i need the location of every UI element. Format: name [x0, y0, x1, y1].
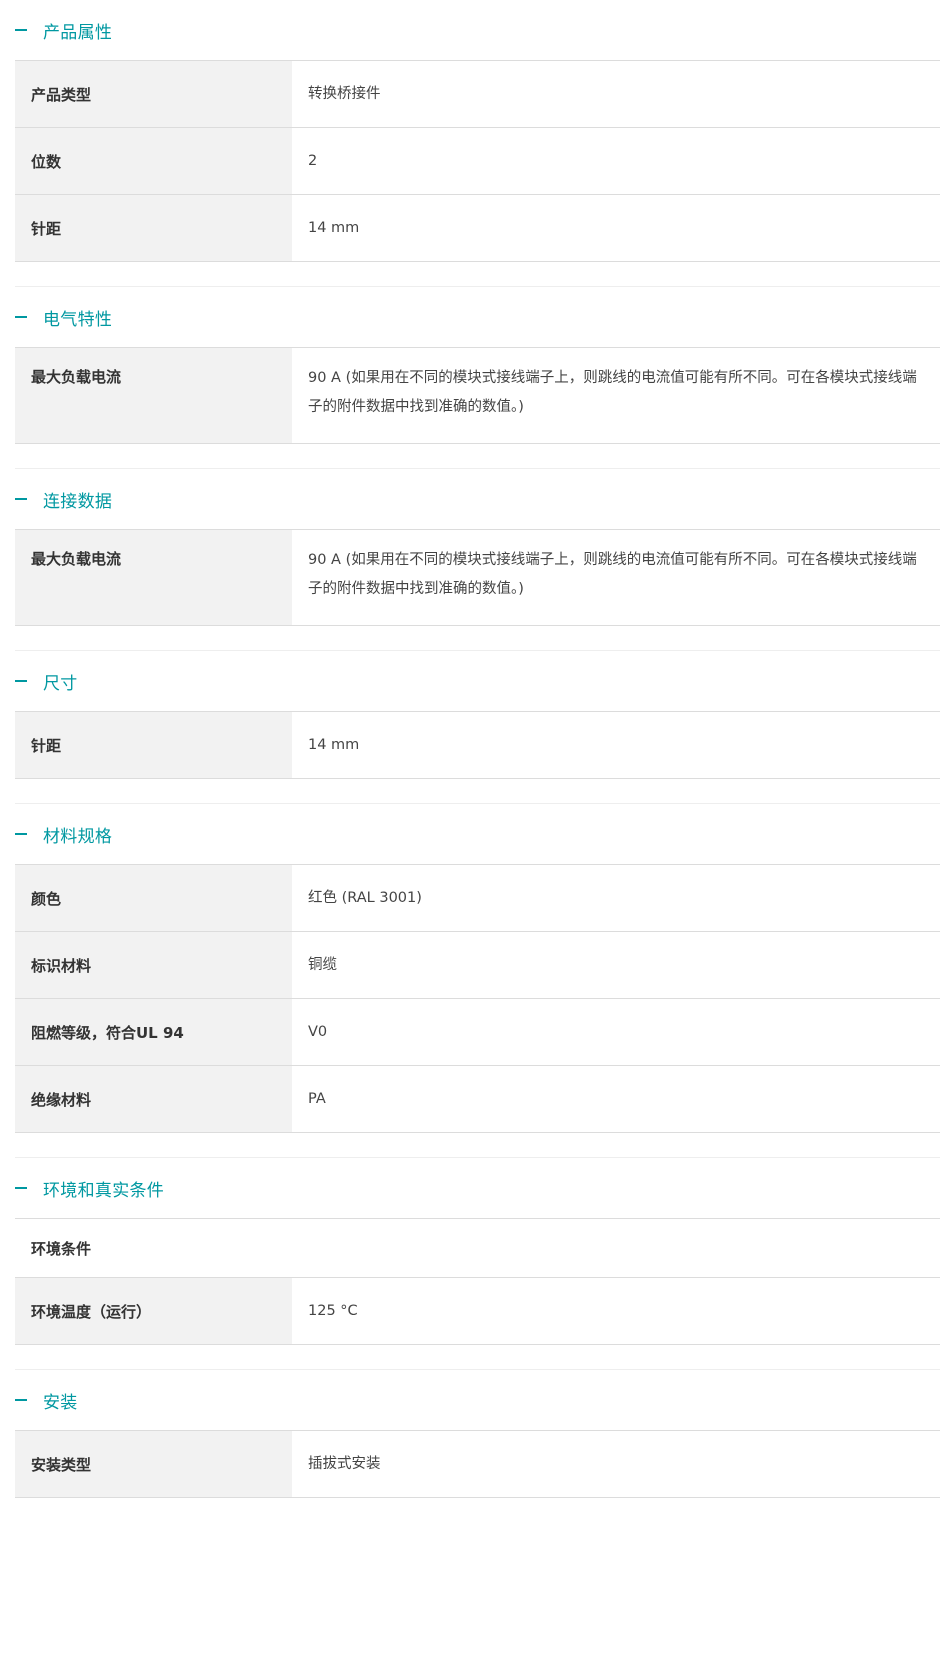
- spec-table: 针距 14 mm: [15, 711, 940, 779]
- section-dimensions: 尺寸 针距 14 mm: [0, 651, 949, 804]
- spec-table: 最大负载电流 90 A (如果用在不同的模块式接线端子上，则跳线的电流值可能有所…: [15, 347, 940, 444]
- collapse-icon[interactable]: [15, 24, 27, 36]
- spec-table: 环境条件 环境温度（运行） 125 °C: [15, 1218, 940, 1345]
- row-value: 铜缆: [308, 956, 337, 973]
- section-title: 安装: [43, 1392, 78, 1413]
- section-header[interactable]: 连接数据: [0, 469, 949, 529]
- collapse-icon[interactable]: [15, 311, 27, 323]
- section-installation: 安装 安装类型 插拔式安装: [0, 1370, 949, 1498]
- table-row: 环境温度（运行） 125 °C: [15, 1278, 940, 1345]
- row-label: 最大负载电流: [15, 530, 292, 625]
- table-row: 位数 2: [15, 128, 940, 195]
- row-label: 安装类型: [15, 1431, 292, 1497]
- table-row: 针距 14 mm: [15, 712, 940, 779]
- section-header[interactable]: 尺寸: [0, 651, 949, 711]
- row-value: 125 °C: [308, 1302, 358, 1319]
- collapse-icon[interactable]: [15, 1182, 27, 1194]
- collapse-icon[interactable]: [15, 1394, 27, 1406]
- section-title: 产品属性: [43, 22, 113, 43]
- row-value: 2: [308, 152, 318, 169]
- row-label: 阻燃等级，符合UL 94: [15, 999, 292, 1065]
- section-divider: [15, 444, 940, 469]
- row-value: 红色 (RAL 3001): [308, 889, 422, 906]
- section-divider: [15, 1345, 940, 1370]
- section-title: 连接数据: [43, 491, 113, 512]
- row-value: 转换桥接件: [308, 85, 381, 102]
- table-row: 阻燃等级，符合UL 94 V0: [15, 999, 940, 1066]
- table-row: 针距 14 mm: [15, 195, 940, 262]
- table-row: 颜色 红色 (RAL 3001): [15, 865, 940, 932]
- section-title: 尺寸: [43, 673, 78, 694]
- row-value: 90 A (如果用在不同的模块式接线端子上，则跳线的电流值可能有所不同。可在各模…: [308, 370, 917, 415]
- section-header[interactable]: 环境和真实条件: [0, 1158, 949, 1218]
- table-row: 标识材料 铜缆: [15, 932, 940, 999]
- collapse-icon[interactable]: [15, 828, 27, 840]
- spec-table: 最大负载电流 90 A (如果用在不同的模块式接线端子上，则跳线的电流值可能有所…: [15, 529, 940, 626]
- row-value: 14 mm: [308, 736, 360, 753]
- section-divider: [15, 262, 940, 287]
- section-title: 环境和真实条件: [43, 1180, 165, 1201]
- row-value: PA: [308, 1090, 326, 1107]
- section-title: 材料规格: [43, 826, 113, 847]
- collapse-icon[interactable]: [15, 675, 27, 687]
- section-materials: 材料规格 颜色 红色 (RAL 3001) 标识材料 铜缆 阻燃等级，符合UL …: [0, 804, 949, 1158]
- section-divider: [15, 779, 940, 804]
- section-header[interactable]: 材料规格: [0, 804, 949, 864]
- table-subheader-row: 环境条件: [15, 1219, 940, 1278]
- section-title: 电气特性: [43, 309, 113, 330]
- spec-accordion: 产品属性 产品类型 转换桥接件 位数 2 针距 14 mm 电气特性 最大负载电…: [0, 0, 949, 1498]
- section-header[interactable]: 产品属性: [0, 0, 949, 60]
- row-label: 环境条件: [15, 1219, 940, 1277]
- section-header[interactable]: 电气特性: [0, 287, 949, 347]
- row-value: 90 A (如果用在不同的模块式接线端子上，则跳线的电流值可能有所不同。可在各模…: [308, 552, 917, 597]
- spec-table: 颜色 红色 (RAL 3001) 标识材料 铜缆 阻燃等级，符合UL 94 V0…: [15, 864, 940, 1133]
- section-divider: [15, 1133, 940, 1158]
- row-label: 针距: [15, 712, 292, 778]
- section-divider: [15, 626, 940, 651]
- section-product-properties: 产品属性 产品类型 转换桥接件 位数 2 针距 14 mm: [0, 0, 949, 287]
- row-label: 标识材料: [15, 932, 292, 998]
- table-row: 最大负载电流 90 A (如果用在不同的模块式接线端子上，则跳线的电流值可能有所…: [15, 530, 940, 626]
- table-row: 绝缘材料 PA: [15, 1066, 940, 1133]
- section-electrical: 电气特性 最大负载电流 90 A (如果用在不同的模块式接线端子上，则跳线的电流…: [0, 287, 949, 469]
- row-value: 插拔式安装: [308, 1455, 381, 1472]
- row-value: 14 mm: [308, 219, 360, 236]
- section-connection: 连接数据 最大负载电流 90 A (如果用在不同的模块式接线端子上，则跳线的电流…: [0, 469, 949, 651]
- row-value: V0: [308, 1023, 328, 1040]
- row-label: 环境温度（运行）: [15, 1278, 292, 1344]
- row-label: 针距: [15, 195, 292, 261]
- row-label: 位数: [15, 128, 292, 194]
- row-label: 颜色: [15, 865, 292, 931]
- section-header[interactable]: 安装: [0, 1370, 949, 1430]
- table-row: 安装类型 插拔式安装: [15, 1431, 940, 1498]
- table-row: 最大负载电流 90 A (如果用在不同的模块式接线端子上，则跳线的电流值可能有所…: [15, 348, 940, 444]
- section-environment: 环境和真实条件 环境条件 环境温度（运行） 125 °C: [0, 1158, 949, 1370]
- spec-table: 安装类型 插拔式安装: [15, 1430, 940, 1498]
- collapse-icon[interactable]: [15, 493, 27, 505]
- table-row: 产品类型 转换桥接件: [15, 61, 940, 128]
- row-label: 产品类型: [15, 61, 292, 127]
- row-label: 最大负载电流: [15, 348, 292, 443]
- spec-table: 产品类型 转换桥接件 位数 2 针距 14 mm: [15, 60, 940, 262]
- row-label: 绝缘材料: [15, 1066, 292, 1132]
